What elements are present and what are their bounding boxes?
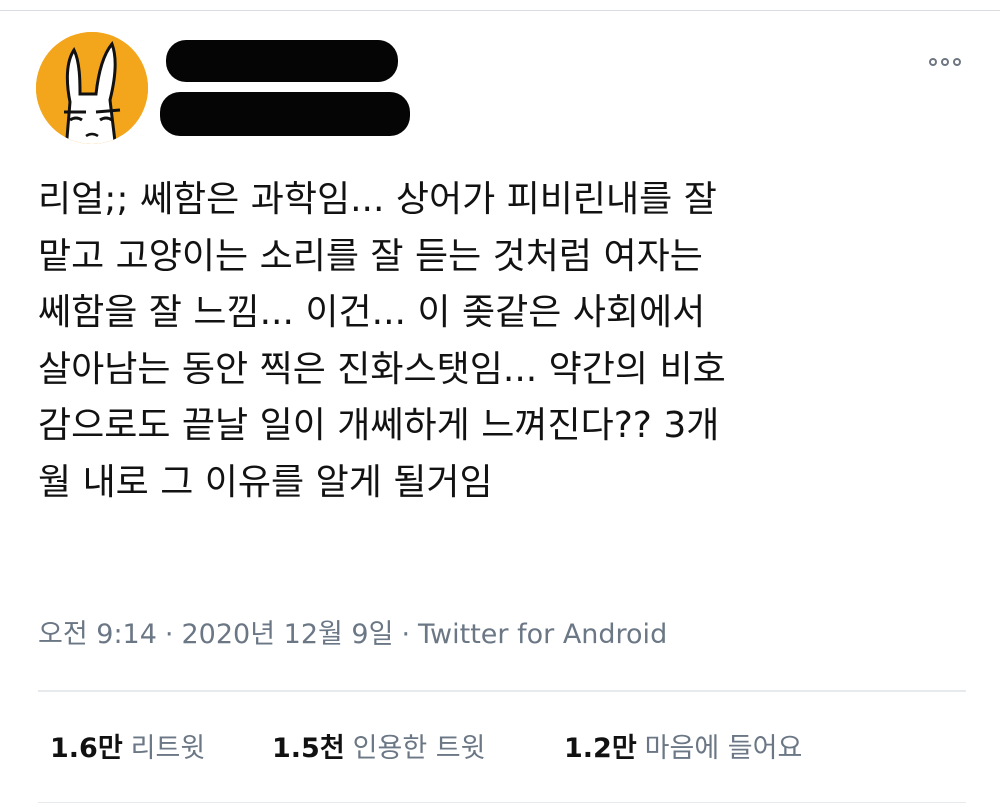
cartoon-rabbit-avatar-icon <box>36 32 148 144</box>
likes-label: 마음에 들어요 <box>644 733 803 764</box>
retweets-stat[interactable]: 1.6만 리트윗 <box>50 726 272 765</box>
retweets-label: 리트윗 <box>130 733 206 764</box>
tweet-text-line: 월 내로 그 이유를 알게 될거임 <box>38 461 493 503</box>
tweet-detail: 리얼;; 쎄함은 과학임... 상어가 피비린내를 잘 맡고 고양이는 소리를 … <box>0 0 1000 811</box>
likes-count: 1.2만 <box>564 733 637 764</box>
more-options-icon-dot <box>941 58 949 66</box>
retweets-count: 1.6만 <box>50 733 123 764</box>
tweet-text-line: 리얼;; 쎄함은 과학임... 상어가 피비린내를 잘 <box>38 179 717 220</box>
tweet-source-link[interactable]: Twitter for Android <box>418 619 667 650</box>
tweet-date[interactable]: 2020년 12월 9일 <box>182 619 394 650</box>
engagement-stats: 1.6만 리트윗 1.5천 인용한 트윗 1.2만 마음에 들어요 <box>50 726 802 765</box>
meta-separator: · <box>164 619 174 650</box>
more-options-icon-dot <box>953 58 961 66</box>
quote-tweets-stat[interactable]: 1.5천 인용한 트윗 <box>272 726 564 765</box>
tweet-text-line: 맡고 고양이는 소리를 잘 듣는 것처럼 여자는 <box>38 235 703 277</box>
meta-separator: · <box>401 619 411 650</box>
likes-stat[interactable]: 1.2만 마음에 들어요 <box>564 726 802 765</box>
tweet-time[interactable]: 오전 9:14 <box>38 619 157 650</box>
quote-tweets-count: 1.5천 <box>272 733 345 764</box>
tweet-metadata: 오전 9:14 · 2020년 12월 9일 · Twitter for Android <box>38 612 667 651</box>
redacted-display-name <box>166 40 398 82</box>
more-options-icon <box>929 58 937 66</box>
quote-tweets-label: 인용한 트윗 <box>352 733 486 764</box>
tweet-text-line: 살아남는 동안 찍은 진화스탯임... 약간의 비호 <box>38 348 726 390</box>
bottom-divider <box>38 802 966 803</box>
stats-divider <box>38 690 966 692</box>
tweet-text-line: 쎄함을 잘 느낌... 이건... 이 좆같은 사회에서 <box>38 292 706 333</box>
redacted-username <box>160 92 410 136</box>
tweet-text-line: 감으로도 끝날 일이 개쎄하게 느껴진다?? 3개 <box>38 405 720 446</box>
tweet-text: 리얼;; 쎄함은 과학임... 상어가 피비린내를 잘 맡고 고양이는 소리를 … <box>38 172 968 511</box>
more-options-button[interactable] <box>920 50 970 74</box>
avatar[interactable] <box>36 32 148 144</box>
